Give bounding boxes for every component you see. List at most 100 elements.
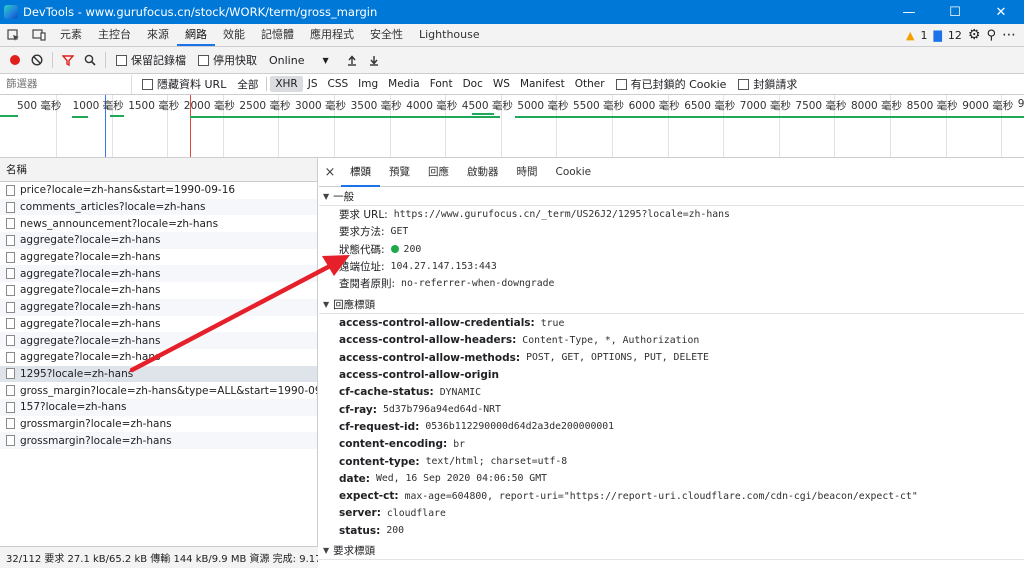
type-filter-font[interactable]: Font (425, 76, 458, 92)
request-row[interactable]: comments_articles?locale=zh-hans (0, 198, 317, 216)
request-row[interactable]: gross_margin?locale=zh-hans&type=ALL&sta… (0, 382, 317, 399)
request-name: aggregate?locale=zh-hans (20, 267, 161, 280)
settings-gear-icon[interactable]: ⚙ (968, 27, 981, 43)
request-name: news_announcement?locale=zh-hans (20, 217, 219, 230)
checkbox-box[interactable] (142, 78, 153, 90)
file-icon (6, 351, 15, 363)
response-headers-toggle[interactable]: ▼ 回應標頭 (319, 295, 1024, 315)
search-icon[interactable] (79, 49, 101, 71)
file-icon (6, 335, 15, 347)
response-header-row: cf-cache-status: DYNAMIC (319, 384, 1024, 401)
header-value: br (453, 438, 466, 450)
more-options-icon[interactable]: ⋯ (1002, 27, 1016, 43)
maximize-button[interactable]: ☐ (932, 0, 978, 24)
type-filter-img[interactable]: Img (353, 76, 383, 92)
timeline-request-bar (190, 116, 500, 118)
response-header-row: access-control-allow-methods: POST, GET, … (319, 349, 1024, 366)
timeline-tick-label: 2500 毫秒 (239, 100, 291, 112)
checkbox-box[interactable] (198, 54, 209, 66)
record-button[interactable] (4, 49, 26, 71)
type-filter-js[interactable]: JS (303, 76, 323, 92)
timeline-tick-label: 1500 毫秒 (128, 100, 180, 112)
header-value: https://www.gurufocus.cn/_term/US26J2/12… (393, 209, 730, 221)
warning-icon[interactable]: ▲ (906, 29, 914, 42)
inspect-element-icon[interactable] (0, 24, 26, 46)
request-row[interactable]: aggregate?locale=zh-hans (0, 282, 317, 299)
checkbox-box[interactable] (116, 54, 127, 66)
request-row[interactable]: aggregate?locale=zh-hans (0, 265, 317, 283)
request-row[interactable]: price?locale=zh-hans&start=1990-09-16 (0, 182, 317, 199)
request-row[interactable]: aggregate?locale=zh-hans (0, 249, 317, 266)
request-row[interactable]: aggregate?locale=zh-hans (0, 349, 317, 366)
network-overview-timeline[interactable]: 500 毫秒 1000 毫秒 1500 毫秒 2000 毫秒 2500 毫秒 3000 毫… (0, 95, 1024, 158)
type-filter-media[interactable]: Media (383, 76, 425, 92)
request-headers-toggle[interactable]: ▼ 要求標頭 (319, 541, 1024, 561)
filter-funnel-icon[interactable] (57, 49, 79, 71)
close-details-button[interactable]: × (319, 165, 341, 180)
header-value: POST, GET, OPTIONS, PUT, DELETE (526, 352, 709, 364)
request-row[interactable]: grossmargin?locale=zh-hans (0, 432, 317, 449)
type-filter-ws[interactable]: WS (488, 76, 515, 92)
tab-response[interactable]: 回應 (419, 158, 458, 187)
type-filter-other[interactable]: Other (570, 76, 610, 92)
tab-elements[interactable]: 元素 (52, 24, 90, 46)
header-key: access-control-allow-origin (339, 369, 499, 382)
tab-console[interactable]: 主控台 (90, 24, 139, 46)
header-value: cloudflare (386, 507, 446, 519)
tab-initiator[interactable]: 啟動器 (458, 158, 508, 187)
type-filter-doc[interactable]: Doc (458, 76, 488, 92)
request-rows: price?locale=zh-hans&start=1990-09-16 com… (0, 182, 317, 449)
throttling-select[interactable]: Online ▼ (269, 54, 329, 67)
type-filter-xhr[interactable]: XHR (270, 76, 303, 92)
request-row[interactable]: news_announcement?locale=zh-hans (0, 215, 317, 232)
clear-icon[interactable] (26, 49, 48, 71)
tab-preview[interactable]: 預覽 (380, 158, 419, 187)
device-toolbar-icon[interactable] (26, 24, 52, 46)
export-har-icon[interactable] (363, 49, 385, 71)
type-filter-css[interactable]: CSS (322, 76, 353, 92)
request-row[interactable]: 1295?locale=zh-hans (0, 365, 317, 383)
tab-application[interactable]: 應用程式 (302, 24, 362, 46)
disable-cache-checkbox[interactable]: 停用快取 (198, 52, 257, 68)
request-row[interactable]: aggregate?locale=zh-hans (0, 232, 317, 249)
filter-input[interactable] (0, 74, 132, 94)
blocked-cookies-checkbox[interactable]: 有已封鎖的 Cookie (615, 76, 726, 92)
header-value: DYNAMIC (439, 386, 482, 398)
tab-network[interactable]: 網路 (177, 24, 215, 46)
request-details: × 標頭 預覽 回應 啟動器 時間 Cookie ▼ 一般 要求 URL: ht… (319, 158, 1024, 568)
message-icon[interactable]: ▇ (933, 29, 941, 42)
type-filter-all[interactable]: 全部 (232, 75, 263, 94)
hide-data-urls-checkbox[interactable]: 隱藏資料 URL (142, 76, 226, 92)
request-row[interactable]: 157?locale=zh-hans (0, 398, 317, 416)
blocked-requests-checkbox[interactable]: 封鎖請求 (738, 76, 797, 92)
tab-security[interactable]: 安全性 (362, 24, 411, 46)
checkbox-box[interactable] (738, 78, 750, 90)
general-section-toggle[interactable]: ▼ 一般 (319, 187, 1024, 206)
request-row[interactable]: aggregate?locale=zh-hans (0, 298, 317, 316)
timeline-request-bar (515, 116, 1024, 118)
import-har-icon[interactable] (341, 49, 363, 71)
request-row[interactable]: aggregate?locale=zh-hans (0, 316, 317, 333)
file-icon (6, 418, 15, 430)
request-row[interactable]: aggregate?locale=zh-hans (0, 332, 317, 349)
request-row[interactable]: grossmargin?locale=zh-hans (0, 416, 317, 433)
file-icon (6, 368, 15, 380)
request-name: aggregate?locale=zh-hans (20, 284, 161, 297)
timeline-request-bar (472, 116, 494, 118)
checkbox-box[interactable] (615, 78, 627, 90)
request-name: aggregate?locale=zh-hans (20, 317, 161, 330)
name-column-header[interactable]: 名稱 (0, 158, 317, 182)
file-icon (6, 435, 15, 447)
tab-cookies[interactable]: Cookie (547, 158, 601, 187)
close-window-button[interactable]: ✕ (978, 0, 1024, 24)
preserve-log-checkbox[interactable]: 保留記錄檔 (116, 52, 186, 68)
tab-performance[interactable]: 效能 (215, 24, 253, 46)
tab-headers[interactable]: 標頭 (341, 158, 380, 187)
tab-timing[interactable]: 時間 (508, 158, 547, 187)
feedback-icon[interactable]: ⚲ (986, 28, 996, 43)
tab-memory[interactable]: 記憶體 (253, 24, 302, 46)
minimize-button[interactable]: — (886, 0, 932, 24)
tab-lighthouse[interactable]: Lighthouse (411, 24, 488, 46)
type-filter-manifest[interactable]: Manifest (515, 76, 570, 92)
tab-sources[interactable]: 來源 (139, 24, 177, 46)
